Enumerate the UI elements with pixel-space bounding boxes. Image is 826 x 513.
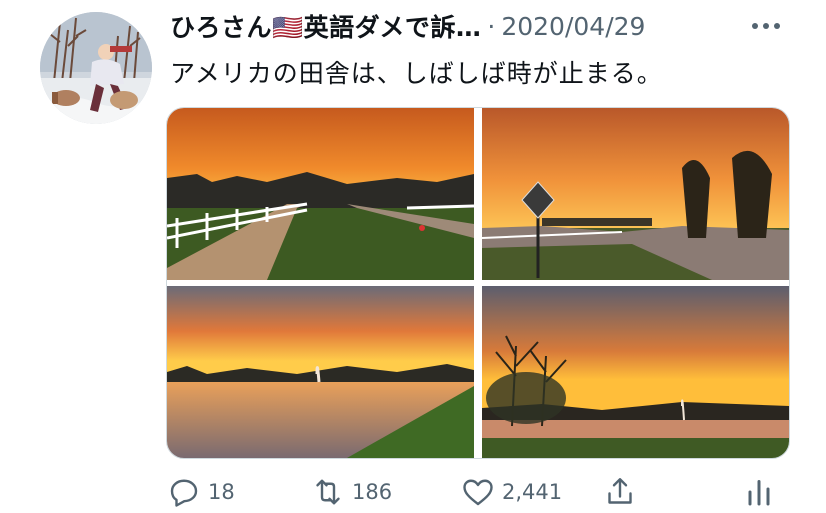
tweet-text: アメリカの田舎は、しばしば時が止まる。 [170, 59, 663, 88]
like-count: 2,441 [502, 480, 563, 504]
header-separator: · [487, 11, 496, 41]
photo-1[interactable] [167, 108, 474, 280]
more-dot-icon [752, 23, 758, 29]
analytics-button[interactable] [744, 472, 774, 512]
retweet-button[interactable]: 186 [310, 472, 392, 512]
retweet-icon [316, 479, 340, 505]
reply-icon [170, 479, 198, 507]
tweet-date[interactable]: 2020/04/29 [501, 12, 645, 41]
retweet-count: 186 [352, 480, 393, 504]
like-button[interactable]: 2,441 [460, 472, 562, 512]
tweet-header: ひろさん🇺🇸英語ダメで訴… · 2020/04/29 [170, 8, 786, 44]
more-dot-icon [774, 23, 780, 29]
reply-count: 18 [208, 480, 235, 504]
reply-button[interactable]: 18 [166, 472, 235, 512]
share-icon [608, 478, 632, 504]
photo-4[interactable] [482, 286, 789, 458]
author-name[interactable]: ひろさん🇺🇸英語ダメで訴… [170, 8, 481, 44]
avatar-image [40, 12, 152, 124]
heart-icon [463, 479, 493, 506]
tweet-actions: 18 186 2,441 [166, 472, 788, 512]
more-options-button[interactable] [746, 15, 786, 37]
media-grid [166, 107, 790, 459]
photo-2[interactable] [482, 108, 789, 280]
share-button[interactable] [602, 472, 638, 512]
photo-3[interactable] [167, 286, 474, 458]
more-dot-icon [763, 23, 769, 29]
analytics-icon [748, 480, 770, 506]
avatar[interactable] [40, 12, 152, 124]
